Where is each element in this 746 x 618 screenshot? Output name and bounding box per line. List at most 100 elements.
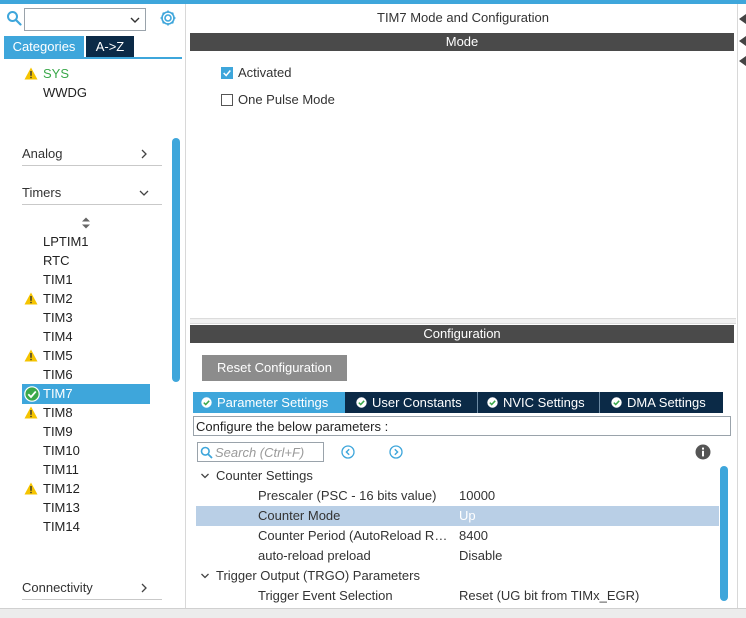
section-trigger-output[interactable]: Trigger Output (TRGO) Parameters [196, 566, 719, 586]
tab-nvic-settings[interactable]: NVIC Settings [479, 392, 597, 413]
section-label: Counter Settings [216, 468, 313, 483]
sidebar: Categories A->Z SYS WWDG Analog Timers L… [0, 4, 186, 608]
tab-underline [4, 57, 182, 59]
sidebar-search-combo[interactable] [24, 8, 146, 31]
param-row-trigger-event-selection[interactable]: Trigger Event Selection Reset (UG bit fr… [196, 586, 719, 606]
chevron-left-icon[interactable] [738, 56, 746, 66]
parameters-scrollbar[interactable] [720, 466, 728, 601]
param-name: Counter Period (AutoReload Register - 16… [258, 528, 454, 543]
search-icon [200, 446, 213, 459]
tab-categories[interactable]: Categories [4, 36, 84, 57]
sidebar-item-tim12[interactable]: TIM12 [43, 479, 80, 498]
check-circle-icon [24, 386, 40, 402]
main-panel: TIM7 Mode and Configuration Mode Activat… [190, 4, 736, 608]
sidebar-item-tim7[interactable]: TIM7 [22, 384, 150, 404]
activated-checkbox[interactable] [221, 67, 233, 79]
mode-header: Mode [190, 33, 734, 51]
param-name: Prescaler (PSC - 16 bits value) [258, 488, 437, 503]
sidebar-item-wwdg[interactable]: WWDG [43, 83, 87, 102]
section-counter-settings[interactable]: Counter Settings [196, 466, 719, 486]
sidebar-item-tim3[interactable]: TIM3 [43, 308, 73, 327]
tab-dma-settings[interactable]: DMA Settings [603, 392, 721, 413]
sidebar-item-tim5[interactable]: TIM5 [43, 346, 73, 365]
check-icon [223, 70, 231, 77]
sidebar-item-tim14[interactable]: TIM14 [43, 517, 80, 536]
warning-icon [24, 482, 38, 495]
chevron-left-icon[interactable] [738, 36, 746, 46]
chevron-right-icon [141, 583, 147, 593]
gear-icon[interactable] [158, 8, 178, 28]
reset-configuration-button[interactable]: Reset Configuration [202, 355, 347, 381]
tab-parameter-settings[interactable]: Parameter Settings [193, 392, 345, 413]
group-label: Analog [22, 146, 63, 161]
chevron-left-icon[interactable] [738, 14, 746, 24]
group-timers[interactable]: Timers [22, 181, 162, 205]
param-value[interactable]: Reset (UG bit from TIMx_EGR) [459, 586, 639, 606]
param-row-prescaler[interactable]: Prescaler (PSC - 16 bits value) 10000 [196, 486, 719, 506]
tab-label: DMA Settings [627, 395, 706, 410]
param-row-auto-reload-preload[interactable]: auto-reload preload Disable [196, 546, 719, 566]
info-icon[interactable] [695, 444, 711, 460]
warning-icon [24, 406, 38, 419]
sidebar-scrollbar[interactable] [172, 138, 180, 382]
previous-match-icon[interactable] [341, 445, 355, 459]
check-circle-icon [487, 397, 498, 408]
sort-icon[interactable] [81, 217, 91, 229]
chevron-down-icon [139, 190, 149, 196]
settings-tabbar: Parameter Settings User Constants NVIC S… [193, 392, 723, 413]
search-icon[interactable] [6, 10, 22, 26]
chevron-down-icon [201, 473, 209, 479]
next-match-icon[interactable] [389, 445, 403, 459]
sidebar-item-tim4[interactable]: TIM4 [43, 327, 73, 346]
sidebar-item-sys[interactable]: SYS [43, 64, 69, 83]
param-value[interactable]: Up [459, 506, 476, 526]
one-pulse-mode-checkbox[interactable] [221, 94, 233, 106]
sidebar-item-tim9[interactable]: TIM9 [43, 422, 73, 441]
check-circle-icon [356, 397, 367, 408]
sidebar-item-tim1[interactable]: TIM1 [43, 270, 73, 289]
sidebar-item-tim10[interactable]: TIM10 [43, 441, 80, 460]
chevron-down-icon[interactable] [129, 14, 141, 26]
activated-label[interactable]: Activated [238, 65, 291, 80]
param-value[interactable]: 8400 [459, 526, 488, 546]
parameter-search-input[interactable] [215, 444, 321, 460]
param-name: auto-reload preload [258, 548, 371, 563]
param-row-counter-period[interactable]: Counter Period (AutoReload Register - 16… [196, 526, 719, 546]
page-title: TIM7 Mode and Configuration [377, 10, 549, 25]
tab-user-constants[interactable]: User Constants [348, 392, 476, 413]
check-circle-icon [201, 397, 212, 408]
parameters-hint: Configure the below parameters : [193, 416, 731, 436]
param-name: Trigger Event Selection [258, 588, 393, 603]
sidebar-item-rtc[interactable]: RTC [43, 251, 69, 270]
group-label: Timers [22, 185, 62, 200]
tab-separator [477, 392, 478, 413]
tab-label: User Constants [372, 395, 462, 410]
sidebar-item-lptim1[interactable]: LPTIM1 [43, 232, 89, 251]
warning-icon [24, 349, 38, 362]
chevron-down-icon [201, 573, 209, 579]
warning-icon [24, 67, 38, 80]
tab-separator [599, 392, 600, 413]
param-row-counter-mode[interactable]: Counter Mode Up [196, 506, 719, 526]
app-window: Categories A->Z SYS WWDG Analog Timers L… [0, 0, 746, 618]
group-connectivity[interactable]: Connectivity [22, 576, 162, 600]
group-analog[interactable]: Analog [22, 142, 162, 166]
sidebar-item-tim11[interactable]: TIM11 [43, 460, 79, 479]
param-value[interactable]: Disable [459, 546, 502, 566]
param-value[interactable]: 10000 [459, 486, 495, 506]
parameter-search-box[interactable] [197, 442, 324, 462]
sidebar-item-label: TIM7 [43, 386, 73, 401]
warning-icon [24, 292, 38, 305]
bottom-strip [0, 608, 746, 618]
group-label: Connectivity [22, 580, 93, 595]
sidebar-item-tim13[interactable]: TIM13 [43, 498, 80, 517]
tab-a-z[interactable]: A->Z [86, 36, 134, 57]
one-pulse-mode-label[interactable]: One Pulse Mode [238, 92, 335, 107]
right-edge-panel [737, 4, 746, 608]
sidebar-item-tim6[interactable]: TIM6 [43, 365, 73, 384]
param-name: Counter Mode [258, 508, 341, 523]
section-label: Trigger Output (TRGO) Parameters [216, 568, 420, 583]
panel-splitter[interactable] [190, 318, 736, 324]
sidebar-item-tim2[interactable]: TIM2 [43, 289, 73, 308]
sidebar-item-tim8[interactable]: TIM8 [43, 403, 73, 422]
